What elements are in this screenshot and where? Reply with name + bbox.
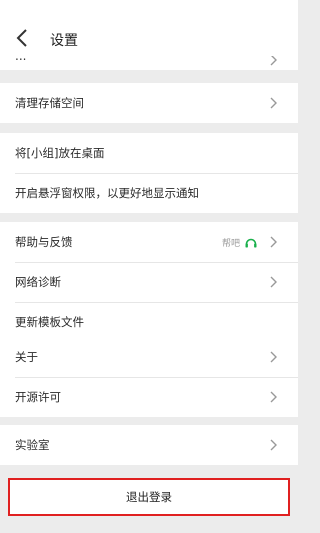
partial-row-label: ... xyxy=(15,56,27,63)
settings-group-desktop: 将[小组]放在桌面 开启悬浮窗权限，以更好地显示通知 xyxy=(0,133,298,213)
settings-item-open-source-licenses[interactable]: 开源许可 xyxy=(0,377,298,417)
chevron-right-icon xyxy=(270,97,278,109)
settings-item-clear-storage[interactable]: 清理存储空间 xyxy=(0,83,298,123)
settings-group-about: 关于 开源许可 xyxy=(0,337,298,417)
settings-item-label: 关于 xyxy=(15,350,38,364)
settings-item-lab[interactable]: 实验室 xyxy=(0,425,298,465)
chevron-right-icon xyxy=(270,276,278,288)
settings-item-label: 开源许可 xyxy=(15,390,61,404)
chevron-right-icon xyxy=(270,439,278,451)
headset-icon xyxy=(244,235,258,249)
settings-group-lab: 实验室 xyxy=(0,425,298,465)
logout-highlight-box: 退出登录 xyxy=(8,478,290,516)
settings-item-label: 清理存储空间 xyxy=(15,96,84,110)
settings-item-help-feedback[interactable]: 帮助与反馈 帮吧 xyxy=(0,222,298,262)
partial-settings-row[interactable]: ... xyxy=(0,56,298,70)
help-extra: 帮吧 xyxy=(222,234,258,250)
settings-item-label: 网络诊断 xyxy=(15,275,61,289)
settings-item-floating-window[interactable]: 开启悬浮窗权限，以更好地显示通知 xyxy=(0,173,298,213)
settings-item-label: 更新模板文件 xyxy=(15,315,84,329)
chevron-right-icon xyxy=(270,391,278,403)
settings-item-label: 帮助与反馈 xyxy=(15,235,73,249)
chevron-right-icon xyxy=(270,236,278,248)
help-extra-text: 帮吧 xyxy=(221,238,240,249)
chevron-right-icon xyxy=(270,56,278,70)
settings-group-help: 帮助与反馈 帮吧 网络诊断 更新模板文件 xyxy=(0,222,298,342)
settings-item-update-templates[interactable]: 更新模板文件 xyxy=(0,302,298,342)
settings-group-storage: 清理存储空间 xyxy=(0,83,298,123)
settings-item-add-to-desktop[interactable]: 将[小组]放在桌面 xyxy=(0,133,298,173)
page-title: 设置 xyxy=(50,33,78,49)
back-arrow-icon[interactable] xyxy=(16,28,28,48)
settings-item-network-diagnosis[interactable]: 网络诊断 xyxy=(0,262,298,302)
header: 设置 xyxy=(0,0,298,56)
settings-item-about[interactable]: 关于 xyxy=(0,337,298,377)
settings-item-label: 开启悬浮窗权限，以更好地显示通知 xyxy=(15,186,199,200)
logout-button[interactable]: 退出登录 xyxy=(10,480,288,514)
settings-item-label: 将[小组]放在桌面 xyxy=(15,146,105,160)
settings-item-label: 实验室 xyxy=(15,438,50,452)
chevron-right-icon xyxy=(270,351,278,363)
